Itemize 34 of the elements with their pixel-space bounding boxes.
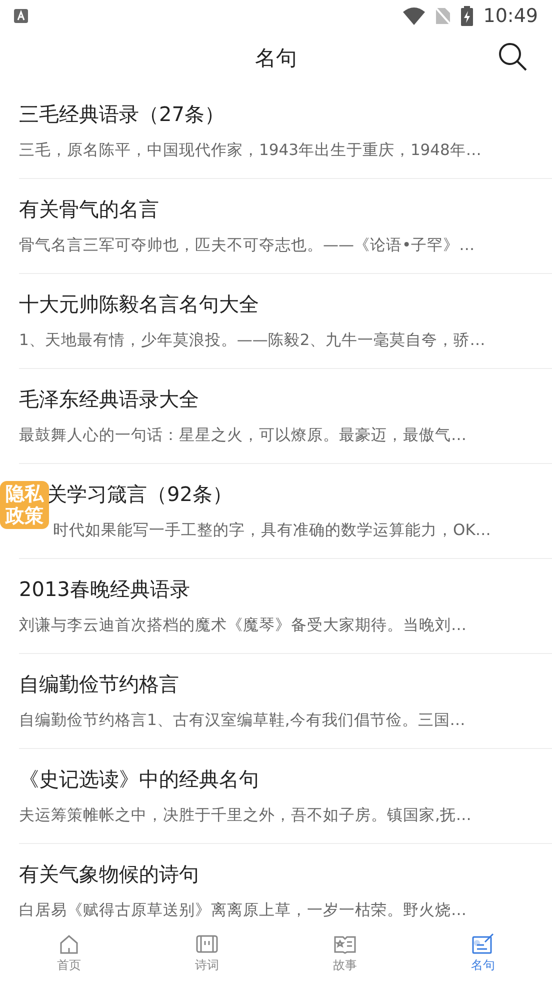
item-title: 有关骨气的名言 (19, 196, 159, 223)
scroll-icon (195, 932, 219, 954)
no-sim-icon (435, 7, 452, 25)
item-title: 三毛经典语录（27条） (19, 101, 224, 128)
page-title: 名句 (255, 45, 297, 72)
item-summary: 时代如果能写一手工整的字，具有准确的数学运算能力，OK… (53, 520, 491, 541)
item-summary: 骨气名言三军可夺帅也，匹夫不可夺志也。——《论语•子罕》… (19, 235, 475, 256)
search-icon (498, 42, 528, 72)
item-title: 自编勤俭节约格言 (19, 671, 179, 698)
item-summary: 刘谦与李云迪首次搭档的魔术《魔琴》备受大家期待。当晚刘… (19, 615, 466, 636)
status-time: 10:49 (483, 5, 538, 27)
wifi-icon (403, 7, 426, 25)
item-title: 2013春晚经典语录 (19, 576, 190, 603)
item-title: 十大元帅陈毅名言名句大全 (19, 291, 259, 318)
nav-tab[interactable]: 诗词 (138, 925, 276, 981)
privacy-badge[interactable]: 隐私 政策 (0, 481, 49, 529)
nav-tab[interactable]: 故事 (276, 925, 414, 981)
battery-icon (461, 6, 474, 26)
keyboard-icon (14, 9, 28, 23)
item-title: 《史记选读》中的经典名句 (19, 766, 259, 793)
nav-tab[interactable]: 名句 (414, 925, 552, 981)
nav-tab[interactable]: 首页 (0, 925, 138, 981)
item-summary: 1、天地最有情，少年莫浪投。——陈毅2、九牛一毫莫自夸，骄… (19, 330, 486, 351)
item-summary: 夫运筹策帷帐之中，决胜于千里之外，吾不如子房。镇国家,抚… (19, 805, 472, 826)
item-summary: 自编勤俭节约格言1、古有汉室编草鞋,今有我们倡节俭。三国… (19, 710, 466, 731)
item-title: 关学习箴言（92条） (47, 481, 232, 508)
item-summary: 最鼓舞人心的一句话：星星之火，可以燎原。最豪迈，最傲气… (19, 425, 466, 446)
note-icon (471, 932, 495, 954)
badge-text: 隐私 (6, 483, 44, 505)
item-title: 有关气象物候的诗句 (19, 861, 199, 888)
item-title: 毛泽东经典语录大全 (19, 386, 199, 413)
item-summary: 三毛，原名陈平，中国现代作家，1943年出生于重庆，1948年… (19, 140, 482, 161)
badge-text: 政策 (6, 505, 44, 527)
item-summary: 白居易《赋得古原草送别》离离原上草，一岁一枯荣。野火烧… (19, 900, 466, 921)
